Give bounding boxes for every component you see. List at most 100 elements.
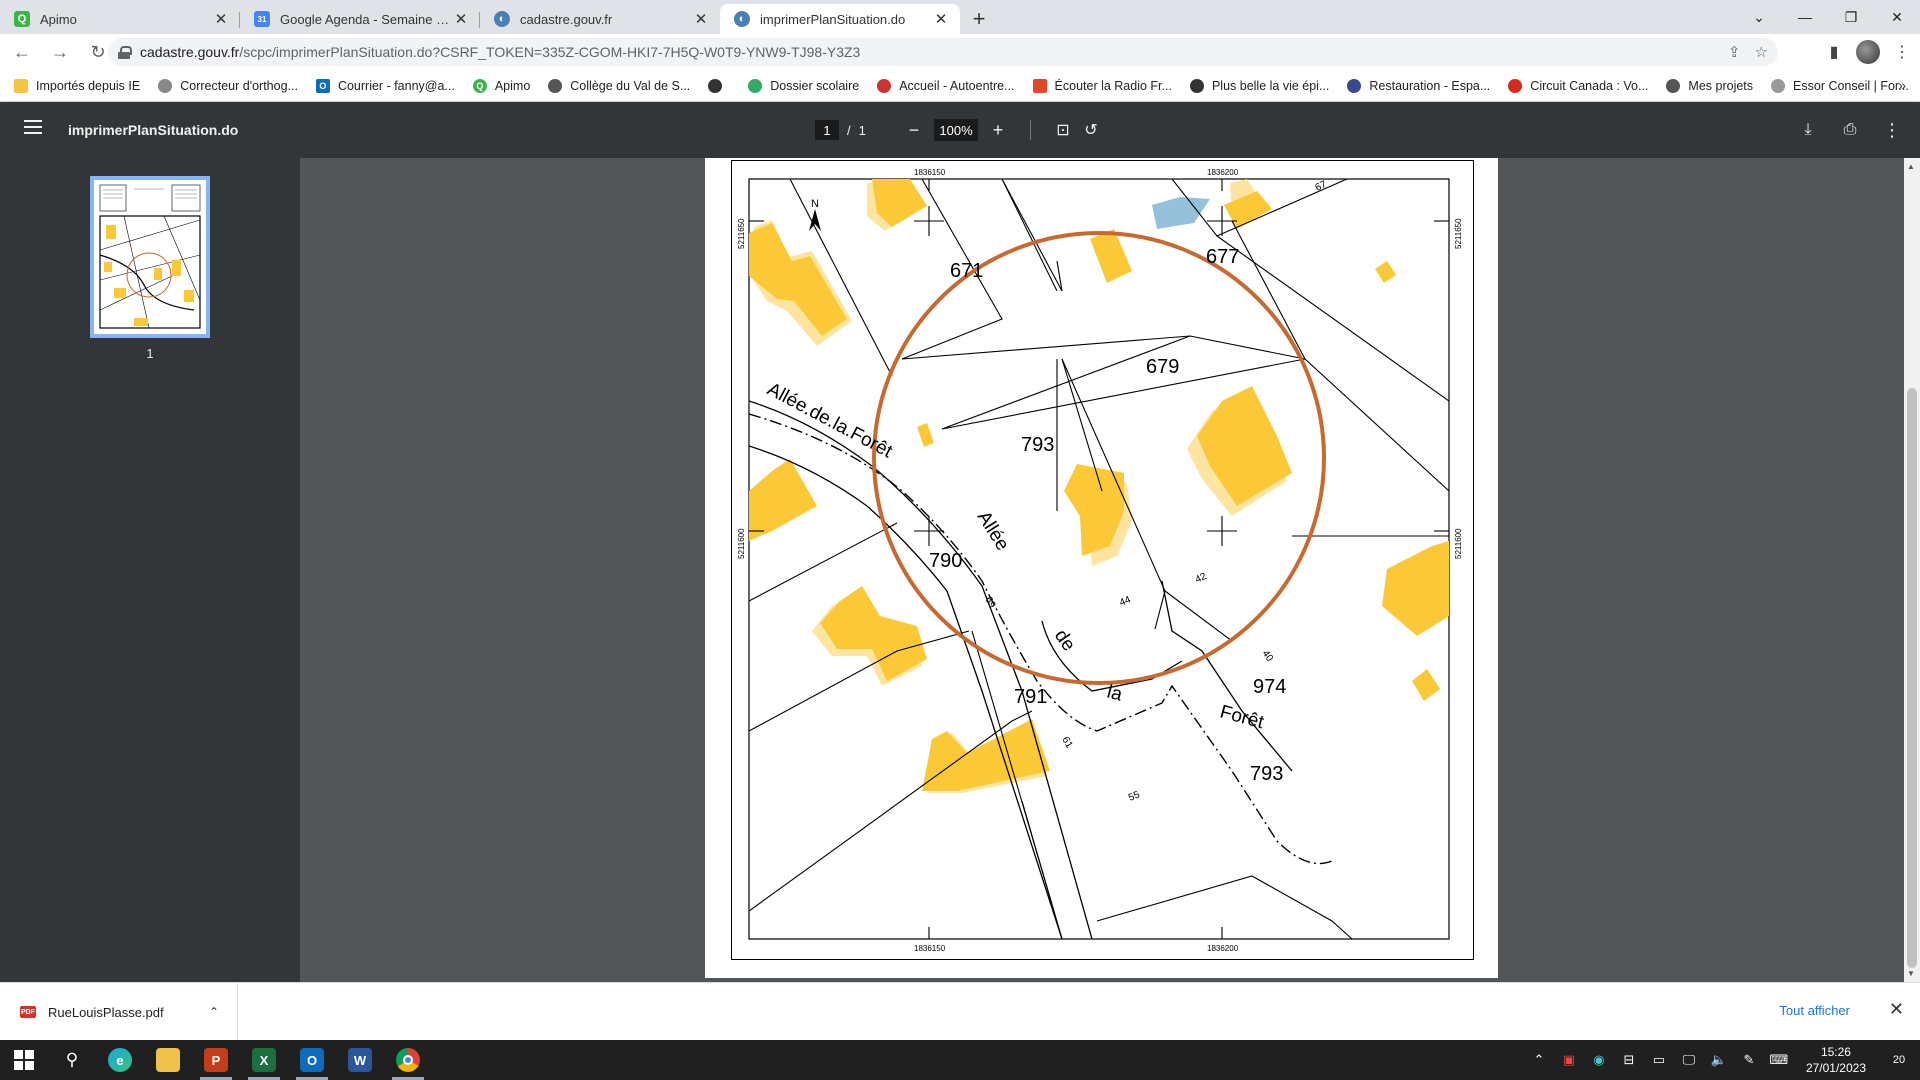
download-bar: PDF RueLouisPlasse.pdf ⌃ Tout afficher ✕ [0, 982, 1920, 1041]
viewer-scrollbar[interactable]: ▲ ▼ [1904, 158, 1920, 982]
taskbar-chrome[interactable] [384, 1040, 432, 1080]
bookmark-item[interactable]: Dossier scolaire [748, 78, 859, 93]
download-filename: RueLouisPlasse.pdf [48, 1004, 164, 1020]
tab-search-icon[interactable]: ⌄ [1736, 0, 1782, 34]
lock-icon[interactable] [118, 46, 132, 59]
coord-label: 1836150 [914, 168, 946, 177]
minimize-icon[interactable]: — [1782, 0, 1828, 34]
taskbar-word[interactable]: W [336, 1040, 384, 1080]
pdf-viewport[interactable]: N 671 677 679 793 790 791 974 793 Allée.… [300, 158, 1904, 982]
school-icon [748, 78, 763, 93]
tray-app-icon[interactable]: ◉ [1584, 1052, 1614, 1068]
bookmark-item[interactable]: Importés depuis IE [14, 78, 140, 93]
bookmarks-overflow-icon[interactable]: » [1898, 77, 1906, 93]
close-icon[interactable]: ✕ [452, 10, 470, 28]
tab-cadastre[interactable]: ◐ cadastre.gouv.fr ✕ [480, 4, 720, 34]
page-thumbnail[interactable] [90, 176, 210, 338]
zoom-out-button[interactable]: − [900, 118, 928, 142]
address-bar[interactable]: cadastre.gouv.fr /scpc/imprimerPlanSitua… [108, 38, 1778, 66]
profile-avatar[interactable] [1856, 40, 1880, 64]
bookmark-item[interactable] [708, 78, 730, 93]
scrollbar-thumb[interactable] [1907, 388, 1917, 968]
coord-label: 5211650 [737, 218, 746, 249]
restore-icon[interactable]: ❐ [1828, 0, 1874, 34]
map-frame: N 671 677 679 793 790 791 974 793 Allée.… [731, 160, 1474, 960]
tray-app-icon[interactable]: ⊟ [1614, 1052, 1644, 1068]
taskbar-excel[interactable]: X [240, 1040, 288, 1080]
volume-icon[interactable]: 🔈 [1704, 1052, 1734, 1068]
notifications-button[interactable]: 20 [1878, 1040, 1920, 1080]
bookmark-item[interactable]: Mes projets [1666, 78, 1753, 93]
tab-title: Apimo [40, 11, 77, 27]
close-icon[interactable]: ✕ [692, 10, 710, 28]
taskbar-explorer[interactable] [144, 1040, 192, 1080]
folder-icon [156, 1048, 180, 1072]
close-icon[interactable]: ✕ [1889, 999, 1904, 1020]
url-domain: cadastre.gouv.fr [140, 44, 240, 60]
bookmark-item[interactable]: Restauration - Espa... [1347, 78, 1490, 93]
parcel-label: 793 [1250, 763, 1283, 785]
bookmark-star-icon[interactable]: ☆ [1755, 43, 1768, 61]
taskbar-edge[interactable]: e [96, 1040, 144, 1080]
notification-count: 20 [1892, 1054, 1906, 1066]
bookmark-item[interactable]: Essor Conseil | For... [1771, 78, 1909, 93]
taskbar-powerpoint[interactable]: P [192, 1040, 240, 1080]
zoom-in-button[interactable]: + [984, 118, 1012, 142]
tab-imprimer-plan[interactable]: ◐ imprimerPlanSituation.do ✕ [720, 4, 960, 34]
maple-leaf-icon [1508, 78, 1523, 93]
bookmark-item[interactable]: Écouter la Radio Fr... [1032, 78, 1172, 93]
battery-icon[interactable]: ▭ [1644, 1052, 1674, 1068]
chevron-up-icon[interactable]: ⌃ [1524, 1052, 1554, 1068]
new-tab-button[interactable]: + [964, 4, 994, 34]
tray-app-icon[interactable]: ▣ [1554, 1052, 1584, 1068]
pen-icon[interactable]: ✎ [1734, 1052, 1764, 1068]
back-icon[interactable]: ← [6, 36, 38, 68]
chevron-up-icon[interactable]: ⌃ [209, 1005, 219, 1019]
tab-title: cadastre.gouv.fr [520, 11, 613, 27]
bookmark-item[interactable]: Collège du Val de S... [548, 78, 690, 93]
coord-label: 5211600 [737, 528, 746, 559]
rotate-icon[interactable]: ↺ [1077, 118, 1105, 142]
show-all-downloads-link[interactable]: Tout afficher [1779, 1003, 1850, 1018]
page-number-input[interactable] [815, 120, 839, 140]
taskbar-outlook[interactable]: O [288, 1040, 336, 1080]
close-icon[interactable]: ✕ [212, 10, 230, 28]
powerpoint-icon: P [204, 1048, 228, 1072]
forward-icon[interactable]: → [44, 36, 76, 68]
network-icon[interactable]: 🖵 [1674, 1052, 1704, 1068]
start-button[interactable] [0, 1040, 48, 1080]
toolbar-divider [1030, 120, 1031, 140]
school-icon [548, 78, 563, 93]
bookmark-item[interactable]: Plus belle la vie épi... [1189, 78, 1329, 93]
scroll-up-icon[interactable]: ▲ [1907, 162, 1915, 171]
clock[interactable]: 15:26 27/01/2023 [1806, 1044, 1866, 1076]
download-icon[interactable]: ⤓ [1794, 118, 1822, 142]
more-menu-icon[interactable]: ⋮ [1890, 40, 1914, 64]
tab-google-agenda[interactable]: 31 Google Agenda - Semaine du 30 ✕ [240, 4, 480, 34]
close-window-icon[interactable]: ✕ [1874, 0, 1920, 34]
scroll-down-icon[interactable]: ▼ [1907, 969, 1915, 978]
close-icon[interactable]: ✕ [932, 10, 950, 28]
cadastre-icon: ◐ [494, 11, 510, 27]
edge-icon: e [108, 1048, 132, 1072]
parcel-label: 974 [1253, 676, 1286, 698]
bookmark-item[interactable]: O Courrier - fanny@a... [315, 78, 455, 93]
browser-toolbar: ← → ↻ cadastre.gouv.fr /scpc/imprimerPla… [0, 34, 1920, 70]
side-panel-icon[interactable]: ▮ [1822, 40, 1846, 64]
bookmark-item[interactable]: Correcteur d'orthog... [158, 78, 298, 93]
menu-icon[interactable] [24, 120, 42, 140]
bookmark-item[interactable]: Q Apimo [472, 78, 530, 93]
excel-icon: X [252, 1048, 276, 1072]
print-icon[interactable]: ⎙ [1836, 118, 1864, 142]
bookmark-item[interactable]: Accueil - Autoentre... [877, 78, 1015, 93]
more-options-icon[interactable]: ⋮ [1878, 118, 1906, 142]
zoom-input[interactable] [934, 119, 978, 141]
search-button[interactable]: ⚲ [48, 1040, 96, 1080]
fit-page-icon[interactable]: ⊡ [1049, 118, 1077, 142]
keyboard-icon[interactable]: ⌨ [1764, 1052, 1794, 1068]
download-item[interactable]: PDF RueLouisPlasse.pdf ⌃ [0, 983, 238, 1041]
bookmark-item[interactable]: Circuit Canada : Vo... [1508, 78, 1648, 93]
tab-apimo[interactable]: Q Apimo ✕ [0, 4, 240, 34]
folder-icon [14, 78, 28, 93]
share-icon[interactable]: ⇪ [1728, 43, 1741, 61]
